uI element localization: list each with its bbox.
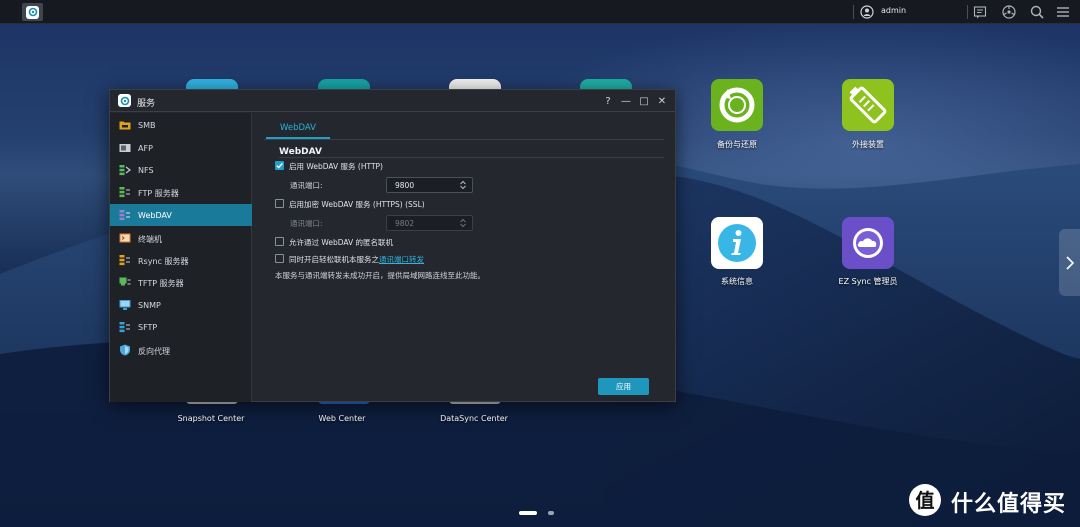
page-dot-active[interactable] <box>519 511 537 515</box>
sidebar-item-smb[interactable]: SMB <box>110 114 252 136</box>
checkmark-icon <box>276 162 283 169</box>
minimize-icon[interactable]: — <box>620 95 632 107</box>
taskbar: admin <box>0 0 1080 24</box>
tab-divider <box>264 139 664 140</box>
desktop-icon-label[interactable]: Snapshot Center <box>161 414 261 423</box>
services-window: 服务 ? — □ ✕ SMB AFP NFS FTP 服务器 WebDAV 终端… <box>109 89 676 402</box>
close-icon[interactable]: ✕ <box>656 95 668 107</box>
options-icon[interactable] <box>1055 4 1071 20</box>
webdav-settings-panel: WebDAV WebDAV 启用 WebDAV 服务 (HTTP) 通讯端口: … <box>253 113 675 402</box>
chevron-right-icon <box>1065 255 1074 270</box>
svg-text:值: 值 <box>915 489 934 512</box>
window-titlebar[interactable]: 服务 ? — □ ✕ <box>110 90 675 112</box>
tftp-icon <box>119 277 131 286</box>
sidebar-item-webdav[interactable]: WebDAV <box>110 204 252 226</box>
enable-https-checkbox[interactable] <box>275 199 284 208</box>
next-page-button[interactable] <box>1059 229 1080 296</box>
services-sidebar: SMB AFP NFS FTP 服务器 WebDAV 终端机 Rsync 服务器 <box>110 113 252 402</box>
sftp-icon <box>119 322 130 333</box>
sidebar-item-snmp[interactable]: SNMP <box>110 294 252 316</box>
enable-https-label[interactable]: 启用加密 WebDAV 服务 (HTTPS) (SSL) <box>289 199 425 210</box>
service-note: 本服务与通讯端转发未成功开启，提供局域网路连线至此功能。 <box>275 271 485 280</box>
watermark-text: 什么值得买 <box>951 492 1067 517</box>
main-menu-button[interactable] <box>22 3 43 21</box>
sidebar-item-ftp[interactable]: FTP 服务器 <box>110 181 252 203</box>
desktop-icon-label[interactable]: 系统信息 <box>687 276 787 287</box>
terminal-icon <box>119 233 131 243</box>
tab-webdav[interactable]: WebDAV <box>266 118 330 139</box>
anonymous-access-label[interactable]: 允许通过 WebDAV 的匿名联机 <box>289 237 393 248</box>
desktop-icon-label[interactable]: EZ Sync 管理员 <box>818 276 918 287</box>
search-icon[interactable] <box>1029 4 1045 20</box>
sidebar-item-tftp[interactable]: TFTP 服务器 <box>110 271 252 293</box>
section-divider <box>279 157 664 158</box>
sidebar-item-reverse-proxy[interactable]: 反向代理 <box>110 339 252 361</box>
sidebar-item-nfs[interactable]: NFS <box>110 159 252 181</box>
external-devices-icon[interactable] <box>842 79 894 131</box>
services-app-icon <box>118 94 131 107</box>
maximize-icon[interactable]: □ <box>638 95 650 107</box>
sidebar-item-sftp[interactable]: SFTP <box>110 316 252 338</box>
http-port-input[interactable]: 9800 <box>386 177 473 193</box>
section-title: WebDAV <box>279 147 322 157</box>
webdav-icon <box>119 210 130 221</box>
watermark-logo: 值 <box>909 484 941 516</box>
enable-http-checkbox[interactable] <box>275 161 284 170</box>
notifications-icon[interactable] <box>972 4 988 20</box>
https-port-label: 通讯端口: <box>290 219 323 228</box>
apply-button[interactable]: 应用 <box>598 378 649 395</box>
sidebar-item-rsync[interactable]: Rsync 服务器 <box>110 249 252 271</box>
desktop-icon-label[interactable]: Web Center <box>292 414 392 423</box>
help-icon[interactable]: ? <box>602 95 614 107</box>
system-info-icon[interactable] <box>711 217 763 269</box>
page-dot[interactable] <box>548 511 554 515</box>
anonymous-access-checkbox[interactable] <box>275 237 284 246</box>
afp-icon <box>119 144 131 152</box>
reverse-proxy-icon <box>120 344 130 356</box>
desktop-icon-label[interactable]: 外接装置 <box>818 139 918 150</box>
sidebar-item-afp[interactable]: AFP <box>110 137 252 159</box>
smb-icon <box>119 121 131 130</box>
backup-restore-icon[interactable] <box>711 79 763 131</box>
ftp-icon <box>119 187 130 198</box>
widgets-icon[interactable] <box>1001 4 1017 20</box>
https-port-input[interactable]: 9802 <box>386 215 473 231</box>
nfs-icon <box>119 165 131 176</box>
port-forwarding-label[interactable]: 同时开启轻松联机本服务之通讯端口转发 <box>289 254 424 265</box>
taskbar-separator <box>853 5 854 19</box>
window-title: 服务 <box>137 99 156 109</box>
port-forwarding-link[interactable]: 通讯端口转发 <box>379 255 424 264</box>
desktop-icon-label[interactable]: 备份与还原 <box>687 139 787 150</box>
main-menu-icon <box>26 5 39 19</box>
sidebar-item-terminal[interactable]: 终端机 <box>110 227 252 249</box>
spinner-arrows-icon[interactable] <box>459 217 467 229</box>
enable-http-label[interactable]: 启用 WebDAV 服务 (HTTP) <box>289 161 383 172</box>
snmp-icon <box>119 300 131 310</box>
username-label[interactable]: admin <box>881 6 906 15</box>
user-icon[interactable] <box>860 5 874 19</box>
http-port-label: 通讯端口: <box>290 181 323 190</box>
port-forwarding-checkbox[interactable] <box>275 254 284 263</box>
taskbar-separator <box>967 5 968 19</box>
ez-sync-icon[interactable] <box>842 217 894 269</box>
rsync-icon <box>119 255 130 266</box>
spinner-arrows-icon[interactable] <box>459 179 467 191</box>
desktop-icon-label[interactable]: DataSync Center <box>424 414 524 423</box>
